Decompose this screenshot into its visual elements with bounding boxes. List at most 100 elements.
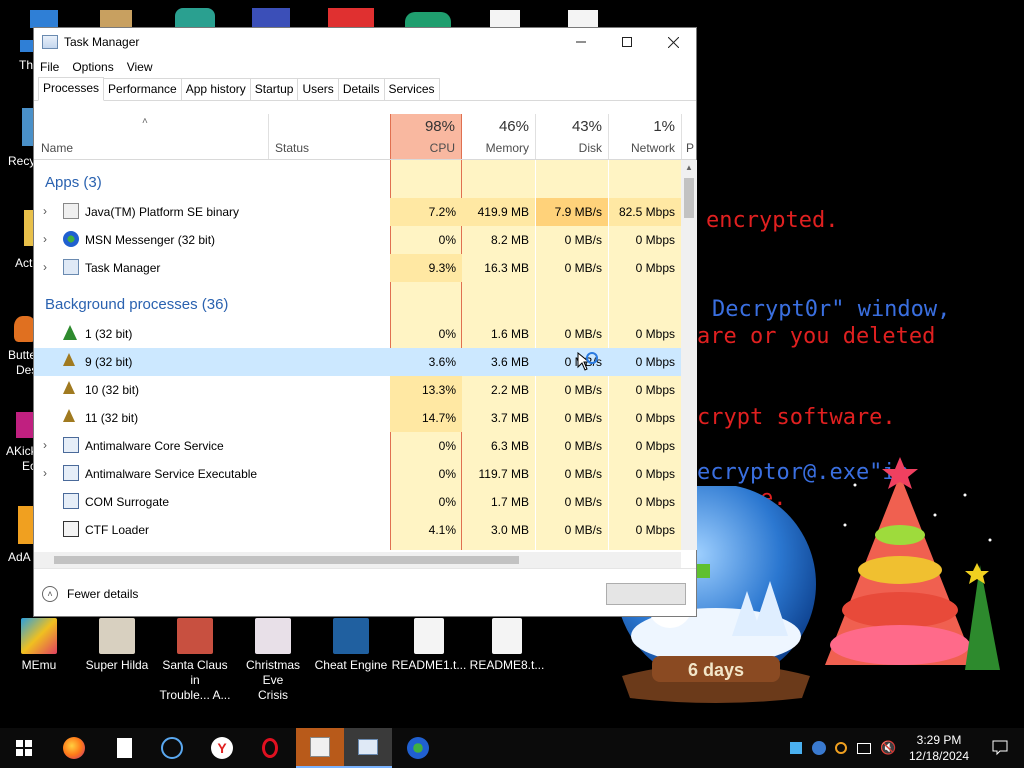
desktop-icon-readme8[interactable]: README8.t... [468, 618, 546, 673]
desktop-icon-readme1[interactable]: README1.t... [390, 618, 468, 673]
java-icon [310, 737, 330, 757]
column-cpu[interactable]: 98% CPU [390, 114, 462, 159]
column-status[interactable]: Status [269, 114, 389, 159]
desktop-top-icon[interactable] [252, 8, 290, 28]
clock-time: 3:29 PM [916, 733, 962, 747]
process-row[interactable]: 1 (32 bit) 0% 1.6 MB 0 MB/s 0 Mbps [34, 320, 681, 348]
cpu-value: 0% [438, 233, 456, 247]
desktop-icon-cheat-engine[interactable]: Cheat Engine [312, 618, 390, 673]
menu-file[interactable]: File [40, 60, 59, 74]
desktop-icon-this-pc[interactable] [20, 40, 34, 52]
horizontal-scroll-thumb[interactable] [54, 556, 519, 564]
cpu-value: 14.7% [390, 404, 462, 432]
vertical-scrollbar[interactable]: ▲ [681, 160, 697, 550]
tray-search-icon[interactable] [835, 742, 847, 754]
network-label: Network [630, 141, 675, 155]
process-name: Java(TM) Platform SE binary [85, 205, 240, 219]
expand-chevron-icon[interactable]: › [43, 466, 47, 480]
browser-button[interactable] [148, 728, 196, 768]
desktop-icon-super-hilda[interactable]: Super Hilda [78, 618, 156, 673]
clock[interactable]: 3:29 PM 12/18/2024 [904, 732, 974, 764]
tray-app-icon[interactable] [790, 742, 802, 754]
desktop-top-icon[interactable] [30, 10, 58, 28]
disk-value: 0 MB/s [564, 467, 602, 481]
vertical-scroll-thumb[interactable] [684, 178, 694, 218]
scroll-up-arrow-icon[interactable]: ▲ [685, 163, 693, 172]
process-row[interactable]: › MSN Messenger (32 bit) 0% 8.2 MB 0 MB/… [34, 226, 681, 254]
network-icon[interactable] [857, 742, 871, 754]
memory-value: 1.7 MB [490, 495, 529, 509]
desktop-top-icon[interactable] [100, 10, 132, 28]
horizontal-scrollbar[interactable] [34, 552, 681, 568]
process-row[interactable]: CTF Loader 4.1% 3.0 MB 0 MB/s 0 Mbps [34, 516, 681, 544]
end-task-button[interactable] [606, 583, 686, 605]
desktop-top-icon[interactable] [405, 12, 451, 28]
desktop-icon-label: Trouble... A... [159, 688, 231, 702]
notifications-button[interactable] [976, 728, 1024, 768]
process-name: CTF Loader [85, 523, 150, 537]
column-power[interactable]: P [682, 114, 696, 159]
desktop-icon-santa-claus[interactable]: Santa Claus in Trouble... A... [156, 618, 234, 703]
volume-muted-icon[interactable]: 🔇 [880, 740, 896, 756]
java-taskbar-button[interactable] [296, 728, 344, 768]
maximize-icon [622, 37, 632, 47]
opera-button[interactable] [246, 728, 294, 768]
desktop-icon-label: Crisis [258, 688, 288, 702]
christmas-eve-icon [255, 618, 291, 654]
service-window-icon [63, 493, 79, 509]
minimize-button[interactable] [558, 28, 604, 56]
cpu-value: 3.6% [390, 348, 462, 376]
tab-details[interactable]: Details [337, 78, 385, 100]
column-disk[interactable]: 43% Disk [536, 114, 608, 159]
maximize-button[interactable] [604, 28, 650, 56]
network-value: 0 Mbps [635, 523, 675, 537]
title-bar[interactable]: Task Manager [34, 28, 696, 56]
cpu-value: 7.2% [390, 198, 462, 226]
desktop-icon-memu[interactable]: MEmu [0, 618, 78, 673]
text-file-icon [414, 618, 444, 654]
process-row[interactable]: › Java(TM) Platform SE binary 7.2% 419.9… [34, 198, 681, 226]
notepad-button[interactable] [100, 728, 148, 768]
task-manager-taskbar-button[interactable] [344, 728, 392, 768]
yandex-button[interactable]: Y [198, 728, 246, 768]
firefox-button[interactable] [50, 728, 98, 768]
process-row[interactable]: 10 (32 bit) 13.3% 2.2 MB 0 MB/s 0 Mbps [34, 376, 681, 404]
process-row[interactable]: COM Surrogate 0% 1.7 MB 0 MB/s 0 Mbps [34, 488, 681, 516]
close-button[interactable] [650, 28, 696, 56]
tab-processes[interactable]: Processes [38, 77, 105, 101]
process-row[interactable]: › Antimalware Core Service 0% 6.3 MB 0 M… [34, 432, 681, 460]
start-button[interactable] [0, 728, 48, 768]
expand-chevron-icon[interactable]: › [43, 260, 47, 274]
tray-msn-icon[interactable] [812, 741, 826, 755]
close-icon [667, 36, 679, 48]
tab-users[interactable]: Users [297, 78, 339, 100]
mouse-cursor [577, 351, 599, 377]
menu-view[interactable]: View [127, 60, 153, 74]
tab-performance[interactable]: Performance [103, 78, 182, 100]
desktop-top-icon[interactable] [175, 8, 215, 28]
menu-options[interactable]: Options [72, 60, 113, 74]
msn-taskbar-button[interactable] [394, 728, 442, 768]
desktop-icon-christmas-eve-crisis[interactable]: Christmas Eve Crisis [234, 618, 312, 703]
expand-chevron-icon[interactable]: › [43, 204, 47, 218]
column-name[interactable]: Name [34, 114, 268, 159]
desktop-icon-label: Super Hilda [85, 658, 149, 672]
tab-app-history[interactable]: App history [180, 78, 251, 100]
ransom-text: Decrypt0r" window, [712, 297, 950, 322]
task-manager-icon [63, 259, 79, 275]
expand-chevron-icon[interactable]: › [43, 438, 47, 452]
column-memory[interactable]: 46% Memory [462, 114, 535, 159]
group-apps: Apps (3) [45, 174, 102, 191]
desktop-top-icon[interactable] [568, 10, 598, 28]
desktop-top-icon[interactable] [328, 8, 374, 28]
expand-chevron-icon[interactable]: › [43, 232, 47, 246]
process-row[interactable]: › Antimalware Service Executable 0% 119.… [34, 460, 681, 488]
process-row[interactable]: › Task Manager 9.3% 16.3 MB 0 MB/s 0 Mbp… [34, 254, 681, 282]
fewer-details-button[interactable]: ˄ Fewer details [42, 586, 138, 602]
tab-services[interactable]: Services [383, 78, 440, 100]
memory-value: 8.2 MB [490, 233, 529, 247]
column-network[interactable]: 1% Network [609, 114, 681, 159]
desktop-top-icon[interactable] [490, 10, 520, 28]
tab-startup[interactable]: Startup [249, 78, 299, 100]
process-row[interactable]: 11 (32 bit) 14.7% 3.7 MB 0 MB/s 0 Mbps [34, 404, 681, 432]
